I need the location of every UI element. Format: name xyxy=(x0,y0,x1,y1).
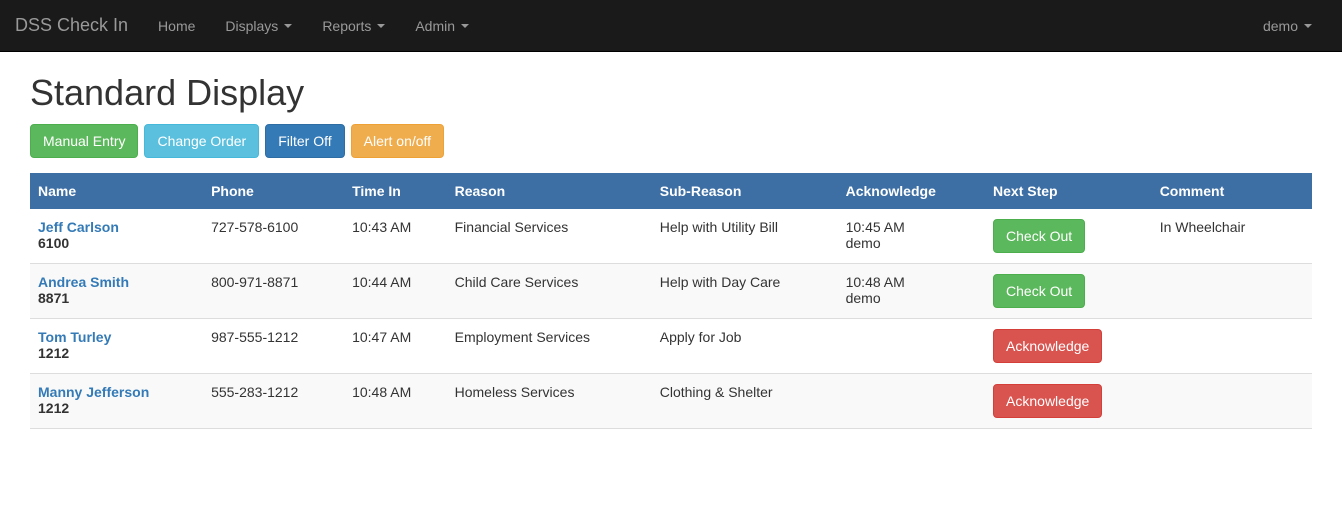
nav-displays-label: Displays xyxy=(225,18,278,34)
nav-home-label: Home xyxy=(158,18,195,34)
chevron-down-icon xyxy=(461,24,469,28)
cell-nextstep: Check Out xyxy=(985,264,1152,319)
cell-timein: 10:48 AM xyxy=(344,374,447,429)
cell-name: Tom Turley1212 xyxy=(30,319,203,374)
nav-reports-label: Reports xyxy=(322,18,371,34)
name-link[interactable]: Tom Turley xyxy=(38,329,195,345)
name-code: 1212 xyxy=(38,400,69,416)
nav-admin[interactable]: Admin xyxy=(400,3,484,49)
cell-subreason: Apply for Job xyxy=(652,319,838,374)
cell-reason: Child Care Services xyxy=(447,264,652,319)
nav-displays[interactable]: Displays xyxy=(210,3,307,49)
cell-reason: Financial Services xyxy=(447,209,652,264)
checkout-button[interactable]: Check Out xyxy=(993,274,1085,308)
name-link[interactable]: Andrea Smith xyxy=(38,274,195,290)
nav-user-label: demo xyxy=(1263,18,1298,34)
manual-entry-button[interactable]: Manual Entry xyxy=(30,124,138,158)
navbar-left: DSS Check In Home Displays Reports xyxy=(15,0,484,51)
cell-nextstep: Acknowledge xyxy=(985,374,1152,429)
change-order-button[interactable]: Change Order xyxy=(144,124,259,158)
cell-reason: Homeless Services xyxy=(447,374,652,429)
navbar-right: demo xyxy=(1248,3,1327,49)
col-header-phone[interactable]: Phone xyxy=(203,173,344,209)
ack-time: 10:45 AM xyxy=(846,219,977,235)
col-header-timein[interactable]: Time In xyxy=(344,173,447,209)
navbar: DSS Check In Home Displays Reports xyxy=(0,0,1342,52)
cell-acknowledge: 10:45 AMdemo xyxy=(838,209,985,264)
name-code: 8871 xyxy=(38,290,69,306)
nav-user-menu[interactable]: demo xyxy=(1248,3,1327,49)
table-row: Manny Jefferson1212555-283-121210:48 AMH… xyxy=(30,374,1312,429)
name-link[interactable]: Manny Jefferson xyxy=(38,384,195,400)
button-toolbar: Manual Entry Change Order Filter Off Ale… xyxy=(30,124,1312,158)
cell-acknowledge xyxy=(838,374,985,429)
cell-subreason: Clothing & Shelter xyxy=(652,374,838,429)
col-header-subreason[interactable]: Sub-Reason xyxy=(652,173,838,209)
cell-timein: 10:47 AM xyxy=(344,319,447,374)
table-header-row: Name Phone Time In Reason Sub-Reason Ack… xyxy=(30,173,1312,209)
page-title: Standard Display xyxy=(30,72,1312,114)
cell-timein: 10:43 AM xyxy=(344,209,447,264)
cell-name: Manny Jefferson1212 xyxy=(30,374,203,429)
ack-user: demo xyxy=(846,235,977,251)
acknowledge-button[interactable]: Acknowledge xyxy=(993,384,1102,418)
name-code: 6100 xyxy=(38,235,69,251)
col-header-reason[interactable]: Reason xyxy=(447,173,652,209)
cell-subreason: Help with Utility Bill xyxy=(652,209,838,264)
cell-comment xyxy=(1152,374,1312,429)
col-header-ack[interactable]: Acknowledge xyxy=(838,173,985,209)
cell-acknowledge xyxy=(838,319,985,374)
alert-onoff-button[interactable]: Alert on/off xyxy=(351,124,444,158)
cell-comment xyxy=(1152,319,1312,374)
navbar-brand[interactable]: DSS Check In xyxy=(15,0,143,51)
chevron-down-icon xyxy=(1304,24,1312,28)
navbar-nav: Home Displays Reports Admin xyxy=(143,3,484,49)
nav-home[interactable]: Home xyxy=(143,3,210,49)
cell-nextstep: Check Out xyxy=(985,209,1152,264)
acknowledge-button[interactable]: Acknowledge xyxy=(993,329,1102,363)
cell-name: Jeff Carlson6100 xyxy=(30,209,203,264)
checkin-table: Name Phone Time In Reason Sub-Reason Ack… xyxy=(30,173,1312,429)
cell-phone: 555-283-1212 xyxy=(203,374,344,429)
name-link[interactable]: Jeff Carlson xyxy=(38,219,195,235)
cell-reason: Employment Services xyxy=(447,319,652,374)
nav-reports[interactable]: Reports xyxy=(307,3,400,49)
cell-subreason: Help with Day Care xyxy=(652,264,838,319)
chevron-down-icon xyxy=(377,24,385,28)
cell-phone: 727-578-6100 xyxy=(203,209,344,264)
nav-admin-label: Admin xyxy=(415,18,455,34)
cell-acknowledge: 10:48 AMdemo xyxy=(838,264,985,319)
col-header-comment[interactable]: Comment xyxy=(1152,173,1312,209)
ack-time: 10:48 AM xyxy=(846,274,977,290)
table-row: Tom Turley1212987-555-121210:47 AMEmploy… xyxy=(30,319,1312,374)
cell-comment: In Wheelchair xyxy=(1152,209,1312,264)
col-header-name[interactable]: Name xyxy=(30,173,203,209)
cell-phone: 800-971-8871 xyxy=(203,264,344,319)
checkout-button[interactable]: Check Out xyxy=(993,219,1085,253)
table-row: Andrea Smith8871800-971-887110:44 AMChil… xyxy=(30,264,1312,319)
cell-nextstep: Acknowledge xyxy=(985,319,1152,374)
cell-comment xyxy=(1152,264,1312,319)
name-code: 1212 xyxy=(38,345,69,361)
cell-phone: 987-555-1212 xyxy=(203,319,344,374)
cell-timein: 10:44 AM xyxy=(344,264,447,319)
cell-name: Andrea Smith8871 xyxy=(30,264,203,319)
filter-off-button[interactable]: Filter Off xyxy=(265,124,344,158)
col-header-nextstep[interactable]: Next Step xyxy=(985,173,1152,209)
chevron-down-icon xyxy=(284,24,292,28)
main-container: Standard Display Manual Entry Change Ord… xyxy=(15,72,1327,429)
table-row: Jeff Carlson6100727-578-610010:43 AMFina… xyxy=(30,209,1312,264)
ack-user: demo xyxy=(846,290,977,306)
